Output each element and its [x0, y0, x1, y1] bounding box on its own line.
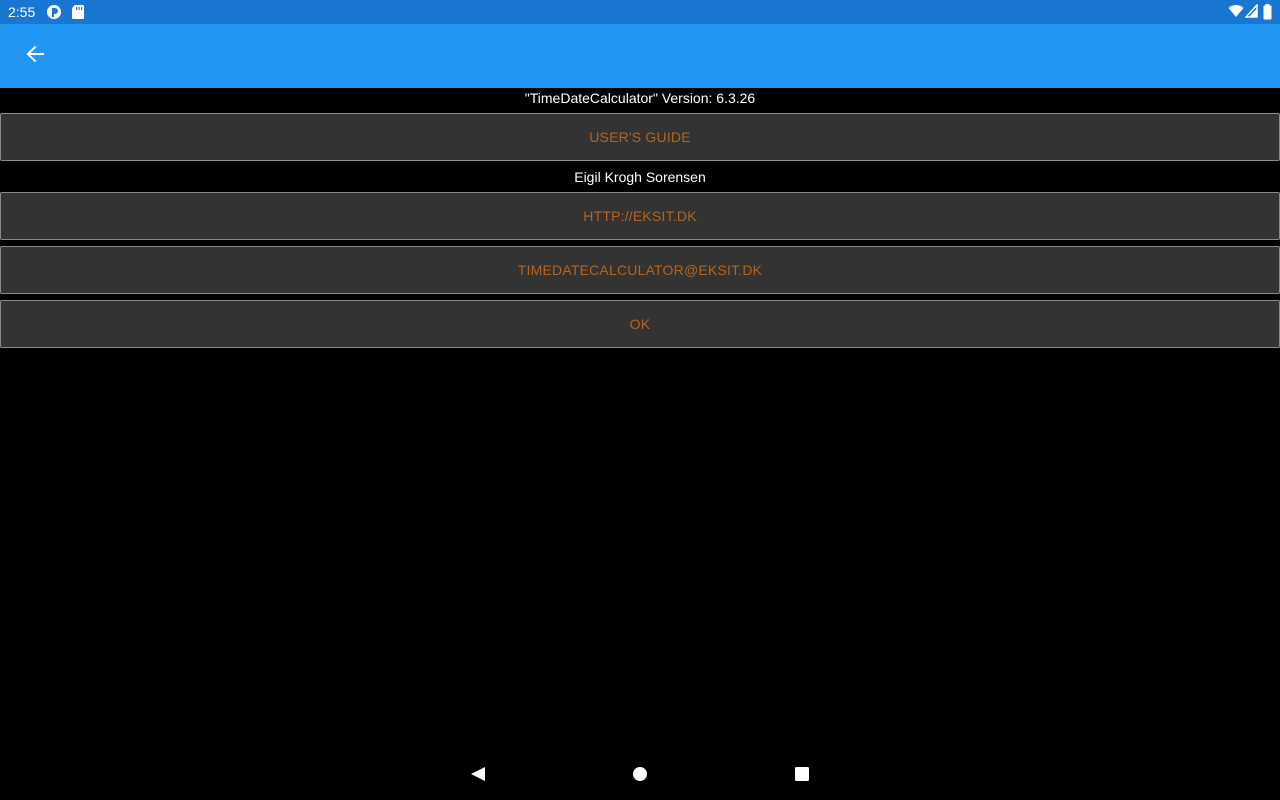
battery-icon — [1263, 4, 1272, 23]
wifi-icon — [1228, 4, 1244, 21]
ok-button[interactable]: OK — [0, 300, 1280, 348]
author-name: Eigil Krogh Sorensen — [574, 169, 706, 185]
back-button[interactable] — [17, 38, 53, 74]
back-triangle-icon — [470, 766, 486, 787]
version-text: "TimeDateCalculator" Version: 6.3.26 — [524, 90, 756, 106]
app-bar — [0, 24, 1280, 88]
nav-home-button[interactable] — [628, 764, 652, 788]
nav-back-button[interactable] — [466, 764, 490, 788]
home-circle-icon — [632, 766, 648, 787]
cell-signal-icon — [1244, 3, 1258, 21]
users-guide-button[interactable]: USER'S GUIDE — [0, 113, 1280, 161]
nav-recents-button[interactable] — [790, 764, 814, 788]
about-content: "TimeDateCalculator" Version: 6.3.26 USE… — [0, 88, 1280, 348]
pocket-casts-icon — [46, 4, 62, 23]
recents-square-icon — [794, 766, 810, 787]
website-button[interactable]: HTTP://EKSIT.DK — [0, 192, 1280, 240]
email-button[interactable]: TIMEDATECALCULATOR@EKSIT.DK — [0, 246, 1280, 294]
navigation-bar — [0, 752, 1280, 800]
arrow-back-icon — [26, 45, 44, 68]
sd-card-icon — [71, 4, 85, 23]
status-bar: 2:55 — [0, 0, 1280, 24]
status-time: 2:55 — [8, 4, 36, 20]
